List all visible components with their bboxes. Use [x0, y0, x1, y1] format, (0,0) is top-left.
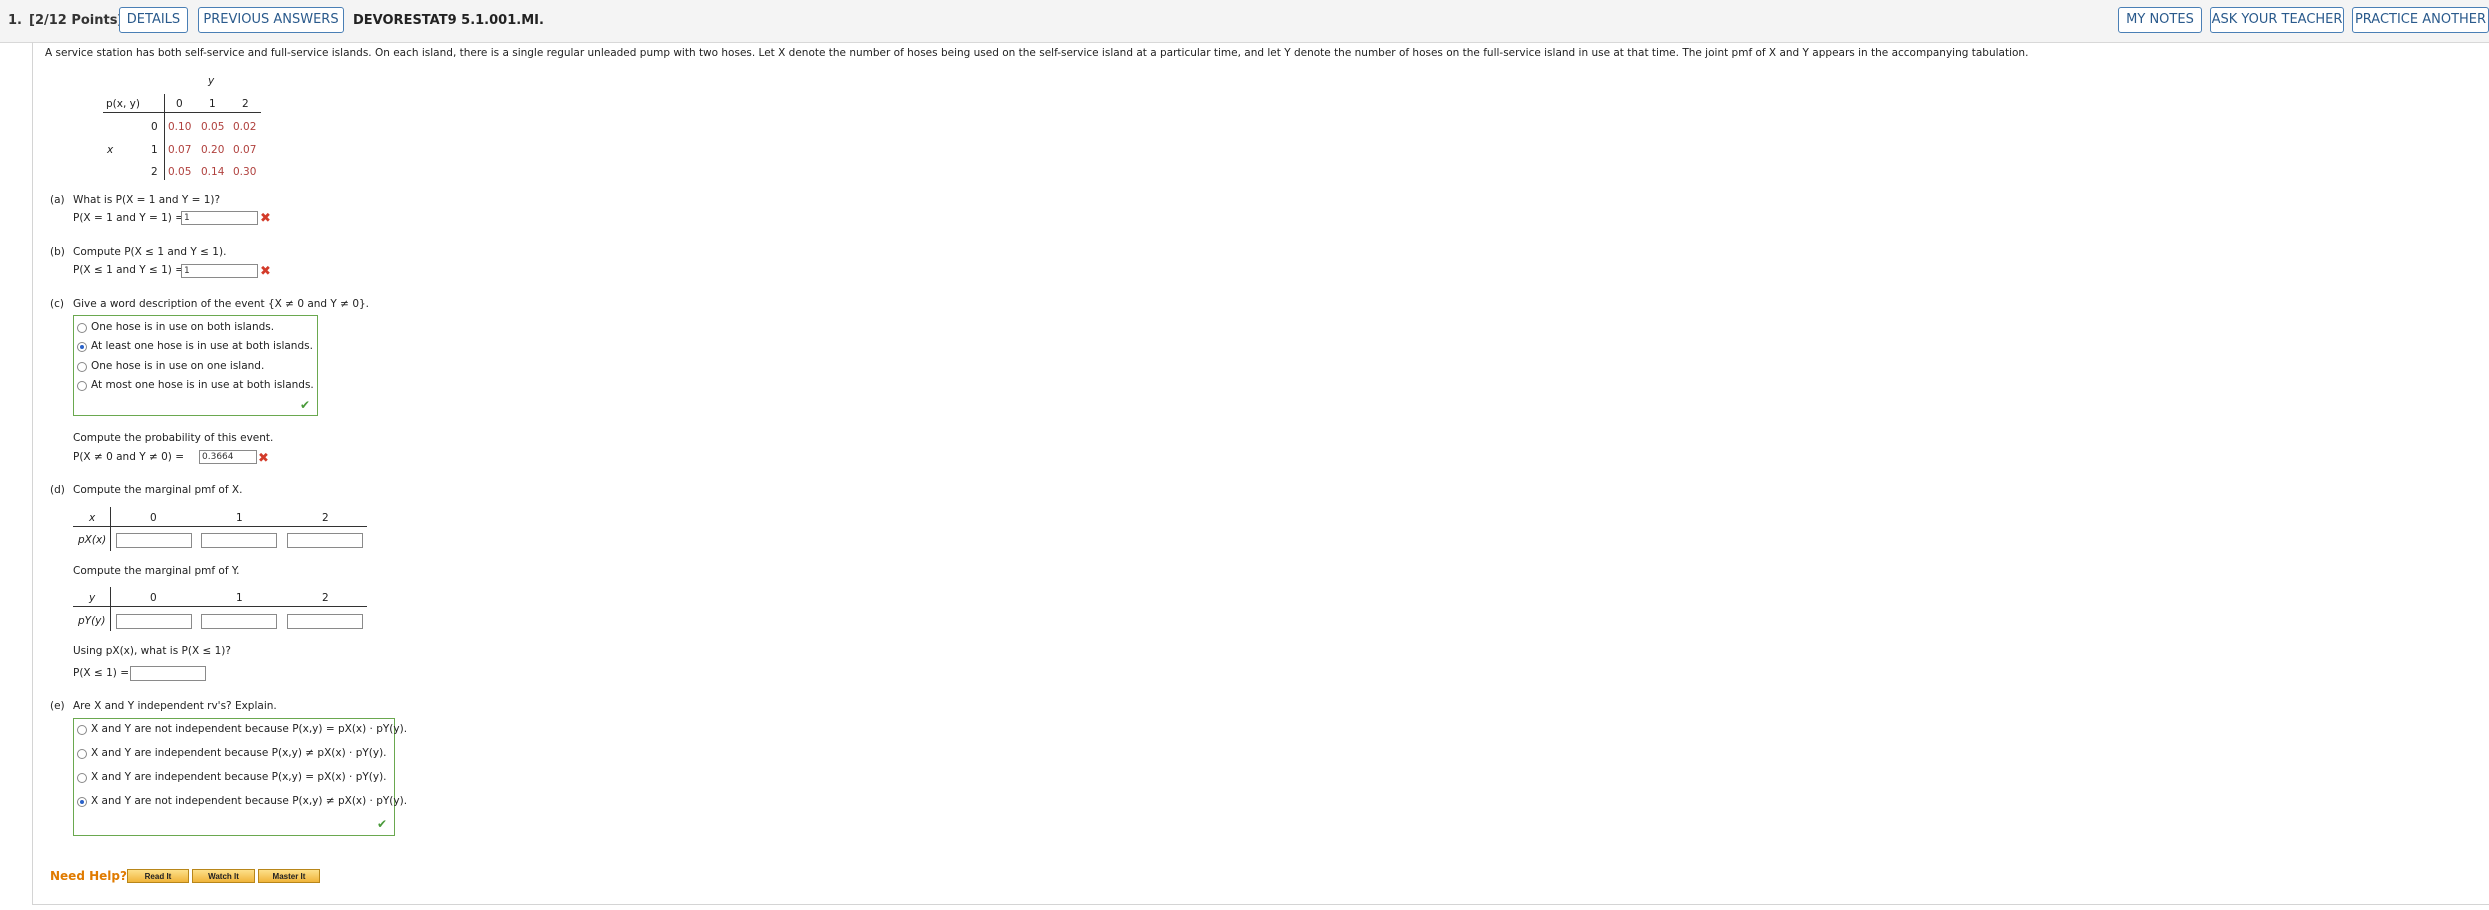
- part-e-label: (e): [50, 700, 65, 712]
- col-header-1: 1: [209, 98, 216, 110]
- col-header-2: 2: [242, 98, 249, 110]
- marginal-y-row-label: pY(y): [78, 615, 106, 627]
- part-b-answer-input[interactable]: 1: [181, 264, 258, 278]
- part-c-compute-text: Compute the probability of this event.: [73, 432, 274, 444]
- cell-1-0: 0.07: [168, 144, 192, 156]
- part-c-option-2[interactable]: One hose is in use on one island.: [91, 360, 264, 372]
- part-d-final-prompt: P(X ≤ 1) =: [73, 667, 130, 679]
- row-header-0: 0: [151, 121, 158, 133]
- part-c-label: (c): [50, 298, 64, 310]
- part-e-radio-1[interactable]: [77, 749, 87, 759]
- my-notes-button[interactable]: MY NOTES: [2118, 7, 2202, 33]
- marginal-x-input-0[interactable]: [116, 533, 192, 548]
- marginal-x-row-label: pX(x): [78, 534, 107, 546]
- marginal-y-divider: [110, 587, 111, 631]
- part-e-radio-2[interactable]: [77, 773, 87, 783]
- part-e-option-2[interactable]: X and Y are independent because P(x,y) =…: [91, 771, 387, 783]
- part-a-label: (a): [50, 194, 65, 206]
- marginal-y-rule: [73, 606, 367, 607]
- row-header-1: 1: [151, 144, 158, 156]
- need-help-label: Need Help?: [50, 869, 127, 883]
- row-header-2: 2: [151, 166, 158, 178]
- incorrect-icon: ✖: [258, 451, 269, 466]
- incorrect-icon: ✖: [260, 264, 271, 279]
- part-d-label: (d): [50, 484, 65, 496]
- correct-check-icon: ✔: [377, 817, 388, 831]
- cell-1-2: 0.07: [233, 144, 257, 156]
- marginal-y-col-1: 1: [236, 592, 243, 604]
- question-panel: [32, 42, 2489, 905]
- previous-answers-button[interactable]: PREVIOUS ANSWERS: [198, 7, 344, 33]
- part-b-label: (b): [50, 246, 65, 258]
- marginal-y-input-0[interactable]: [116, 614, 192, 629]
- part-c-radio-0[interactable]: [77, 323, 87, 333]
- marginal-y-header: y: [89, 592, 96, 604]
- cell-2-2: 0.30: [233, 166, 257, 178]
- part-d-question: Compute the marginal pmf of X.: [73, 484, 243, 496]
- practice-another-button[interactable]: PRACTICE ANOTHER: [2352, 7, 2489, 33]
- part-d-final-input[interactable]: [130, 666, 206, 681]
- marginal-y-input-1[interactable]: [201, 614, 277, 629]
- part-c-question: Give a word description of the event {X …: [73, 298, 370, 310]
- part-c-radio-2[interactable]: [77, 362, 87, 372]
- marginal-x-header: x: [89, 512, 96, 524]
- correct-check-icon: ✔: [300, 398, 311, 412]
- part-d-using-text: Using pX(x), what is P(X ≤ 1)?: [73, 645, 231, 657]
- part-e-option-3[interactable]: X and Y are not independent because P(x,…: [91, 795, 407, 807]
- cell-0-2: 0.02: [233, 121, 257, 133]
- marginal-x-input-1[interactable]: [201, 533, 277, 548]
- part-c-answer-input[interactable]: 0.3664: [199, 450, 257, 464]
- cell-0-0: 0.10: [168, 121, 192, 133]
- cell-0-1: 0.05: [201, 121, 225, 133]
- marginal-y-question: Compute the marginal pmf of Y.: [73, 565, 240, 577]
- cell-2-1: 0.14: [201, 166, 225, 178]
- y-axis-label: y: [208, 75, 215, 87]
- marginal-x-col-2: 2: [322, 512, 329, 524]
- part-a-question: What is P(X = 1 and Y = 1)?: [73, 194, 221, 206]
- master-it-button[interactable]: Master It: [258, 869, 320, 883]
- part-b-question: Compute P(X ≤ 1 and Y ≤ 1).: [73, 246, 227, 258]
- marginal-x-input-2[interactable]: [287, 533, 363, 548]
- problem-statement: A service station has both self-service …: [45, 47, 2029, 59]
- pmf-corner-label: p(x, y): [106, 98, 140, 110]
- part-a-prompt: P(X = 1 and Y = 1) =: [73, 212, 185, 224]
- assignment-code: DEVORESTAT9 5.1.001.MI.: [353, 13, 544, 28]
- watch-it-button[interactable]: Watch It: [192, 869, 255, 883]
- part-b-prompt: P(X ≤ 1 and Y ≤ 1) =: [73, 264, 185, 276]
- incorrect-icon: ✖: [260, 211, 271, 226]
- marginal-y-col-0: 0: [150, 592, 157, 604]
- part-c-prompt: P(X ≠ 0 and Y ≠ 0) =: [73, 451, 185, 463]
- col-header-0: 0: [176, 98, 183, 110]
- cell-2-0: 0.05: [168, 166, 192, 178]
- marginal-x-divider: [110, 507, 111, 551]
- part-c-radio-3[interactable]: [77, 381, 87, 391]
- x-axis-label: x: [107, 144, 114, 156]
- part-e-option-0[interactable]: X and Y are not independent because P(x,…: [91, 723, 407, 735]
- part-a-answer-input[interactable]: 1: [181, 211, 258, 225]
- part-c-radio-1[interactable]: [77, 342, 87, 352]
- ask-your-teacher-button[interactable]: ASK YOUR TEACHER: [2210, 7, 2344, 33]
- read-it-button[interactable]: Read It: [127, 869, 189, 883]
- details-button[interactable]: DETAILS: [119, 7, 188, 33]
- table-row-rule: [164, 94, 165, 180]
- question-number: 1.: [8, 13, 22, 28]
- part-c-option-3[interactable]: At most one hose is in use at both islan…: [91, 379, 314, 391]
- marginal-y-input-2[interactable]: [287, 614, 363, 629]
- part-e-option-1[interactable]: X and Y are independent because P(x,y) ≠…: [91, 747, 387, 759]
- question-header: 1. [2/12 Points] DETAILS PREVIOUS ANSWER…: [0, 0, 2489, 43]
- marginal-y-col-2: 2: [322, 592, 329, 604]
- part-e-radio-3[interactable]: [77, 797, 87, 807]
- table-header-rule: [103, 112, 261, 113]
- part-e-radio-0[interactable]: [77, 725, 87, 735]
- marginal-x-col-0: 0: [150, 512, 157, 524]
- cell-1-1: 0.20: [201, 144, 225, 156]
- part-c-option-1[interactable]: At least one hose is in use at both isla…: [91, 340, 313, 352]
- question-points: [2/12 Points]: [29, 13, 124, 28]
- part-e-question: Are X and Y independent rv's? Explain.: [73, 700, 277, 712]
- marginal-x-rule: [73, 526, 367, 527]
- marginal-x-col-1: 1: [236, 512, 243, 524]
- part-c-option-0[interactable]: One hose is in use on both islands.: [91, 321, 274, 333]
